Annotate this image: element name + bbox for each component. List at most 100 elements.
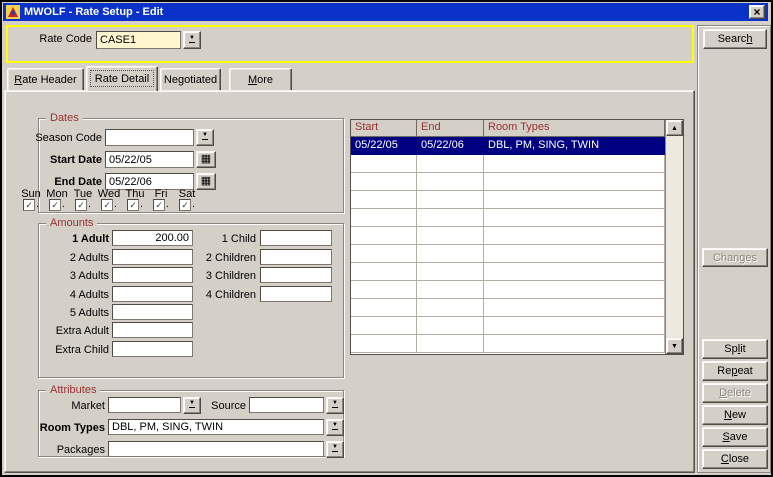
source-label: Source <box>202 400 246 413</box>
attributes-group-label: Attributes <box>46 384 100 396</box>
amount-2-children-input[interactable] <box>260 249 332 265</box>
packages-dropdown-button[interactable]: ▼ <box>326 441 344 458</box>
source-dropdown-button[interactable]: ▼ <box>326 397 344 414</box>
button-label: elete <box>727 387 751 399</box>
source-input[interactable] <box>249 397 324 413</box>
weekday-checkbox-sat[interactable]: ✓ <box>179 199 191 211</box>
scrollbar-track[interactable] <box>666 136 683 338</box>
close-icon: × <box>753 7 760 17</box>
amount-1-child-label: 1 Child <box>162 233 256 246</box>
search-button[interactable]: Search <box>703 29 767 49</box>
button-label: S <box>722 431 729 443</box>
title-bar[interactable]: MWOLF - Rate Setup - Edit × <box>3 3 768 21</box>
amount-3-children-input[interactable] <box>260 267 332 283</box>
table-row[interactable] <box>351 155 665 173</box>
close-button-bottom[interactable]: Close <box>702 449 768 469</box>
table-cell <box>351 155 417 173</box>
table-cell <box>484 263 665 281</box>
start-date-input[interactable] <box>105 151 194 168</box>
table-header: Start End Room Types <box>351 120 665 137</box>
scroll-up-button[interactable]: ▲ <box>666 120 683 136</box>
table-cell-start: 05/22/05 <box>351 137 417 155</box>
table-row[interactable] <box>351 209 665 227</box>
market-dropdown-button[interactable]: ▼ <box>183 397 201 414</box>
dropdown-icon: ▼ <box>202 133 208 140</box>
table-cell-end: 05/22/06 <box>417 137 484 155</box>
rate-code-dropdown-button[interactable]: ▼ <box>183 31 201 49</box>
table-row-selected[interactable]: 05/22/05 05/22/06 DBL, PM, SING, TWIN <box>351 137 665 155</box>
checkbox-suffix: . <box>36 200 39 210</box>
table-cell <box>417 209 484 227</box>
scroll-down-icon: ▼ <box>671 343 678 350</box>
amounts-group-label: Amounts <box>46 217 97 229</box>
repeat-button[interactable]: Repeat <box>702 361 768 381</box>
button-label: N <box>724 409 732 421</box>
table-cell <box>351 299 417 317</box>
packages-label: Packages <box>10 444 105 457</box>
save-button[interactable]: Save <box>702 427 768 447</box>
table-row[interactable] <box>351 227 665 245</box>
tab-label: Rate Detail <box>95 73 149 85</box>
calendar-icon: ▦ <box>201 176 211 187</box>
table-cell <box>484 335 665 353</box>
table-row[interactable] <box>351 299 665 317</box>
split-button[interactable]: Split <box>702 339 768 359</box>
tab-label: ore <box>257 74 273 86</box>
room-types-dropdown-button[interactable]: ▼ <box>326 419 344 436</box>
table-cell <box>417 227 484 245</box>
dates-group-label: Dates <box>46 112 83 124</box>
table-cell <box>351 191 417 209</box>
weekday-checkbox-mon[interactable]: ✓ <box>49 199 61 211</box>
table-cell <box>417 155 484 173</box>
tab-negotiated[interactable]: Negotiated <box>160 68 221 90</box>
amount-5-adults-input[interactable] <box>112 304 193 320</box>
window-title: MWOLF - Rate Setup - Edit <box>24 6 163 18</box>
button-label: it <box>740 343 746 355</box>
amount-4-children-input[interactable] <box>260 286 332 302</box>
market-input[interactable] <box>108 397 181 413</box>
weekday-checkbox-thu[interactable]: ✓ <box>127 199 139 211</box>
amount-extra-child-label: Extra Child <box>10 344 109 357</box>
amount-1-adult-label: 1 Adult <box>10 233 109 246</box>
season-code-dropdown-button[interactable]: ▼ <box>196 129 214 146</box>
season-code-input[interactable] <box>105 129 194 146</box>
table-scrollbar[interactable]: ▲ ▼ <box>665 120 683 354</box>
table-row[interactable] <box>351 335 665 353</box>
button-label: Searc <box>718 33 747 45</box>
table-cell-room-types: DBL, PM, SING, TWIN <box>484 137 665 155</box>
weekday-checkbox-tue[interactable]: ✓ <box>75 199 87 211</box>
rate-code-input[interactable] <box>96 31 181 49</box>
packages-input[interactable] <box>108 441 324 457</box>
scroll-down-button[interactable]: ▼ <box>666 338 683 354</box>
weekday-checkbox-wed[interactable]: ✓ <box>101 199 113 211</box>
new-button[interactable]: New <box>702 405 768 425</box>
changes-button: Changes <box>702 248 768 267</box>
tab-label: ate Header <box>22 74 76 86</box>
dropdown-icon: ▼ <box>189 401 195 408</box>
weekday-checkbox-sun[interactable]: ✓ <box>23 199 35 211</box>
amount-extra-adult-input[interactable] <box>112 322 193 338</box>
scroll-up-icon: ▲ <box>671 125 678 132</box>
table-row[interactable] <box>351 317 665 335</box>
room-types-input[interactable] <box>108 419 324 435</box>
delete-button: Delete <box>702 383 768 403</box>
table-row[interactable] <box>351 245 665 263</box>
button-label: ave <box>730 431 748 443</box>
button-label: Changes <box>713 252 757 264</box>
amount-1-child-input[interactable] <box>260 230 332 246</box>
tab-label: R <box>14 74 22 86</box>
start-date-calendar-button[interactable]: ▦ <box>196 151 216 168</box>
tab-more[interactable]: More <box>229 68 292 90</box>
table-row[interactable] <box>351 191 665 209</box>
table-cell <box>484 155 665 173</box>
tab-rate-header[interactable]: Rate Header <box>7 68 84 90</box>
table-row[interactable] <box>351 263 665 281</box>
weekday-checkbox-fri[interactable]: ✓ <box>153 199 165 211</box>
amount-extra-child-input[interactable] <box>112 341 193 357</box>
table-row[interactable] <box>351 173 665 191</box>
tab-rate-detail[interactable]: Rate Detail <box>86 66 158 91</box>
button-label: C <box>721 453 729 465</box>
amount-2-adults-label: 2 Adults <box>10 252 109 265</box>
table-row[interactable] <box>351 281 665 299</box>
close-button[interactable]: × <box>749 5 765 19</box>
